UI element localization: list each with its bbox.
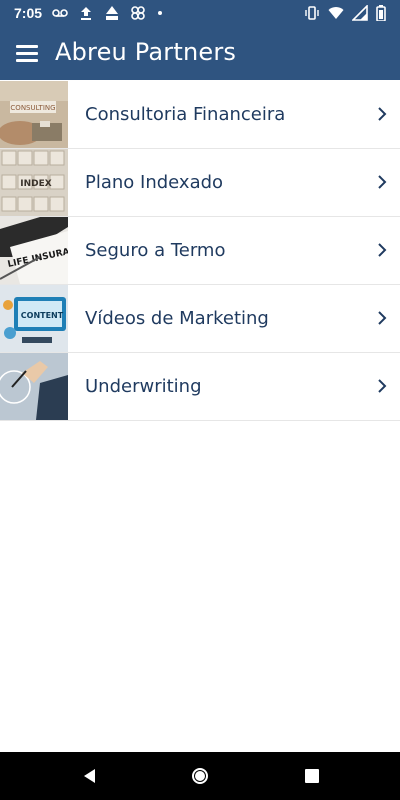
list-item-label: Consultoria Financeira (85, 104, 286, 125)
status-bar: 7:05 (0, 0, 400, 28)
wifi-icon (328, 7, 344, 19)
thumb-text: INDEX (20, 179, 51, 189)
life-insurance-thumbnail: LIFE INSURANC (0, 217, 68, 284)
vibrate-icon (305, 6, 319, 20)
thumb-text: CONSULTING (10, 104, 55, 112)
thumb-text: CONTENT (21, 311, 64, 320)
chevron-right-icon (378, 311, 387, 325)
upload-icon (81, 7, 91, 20)
list-item-videos-de-marketing[interactable]: CONTENT Vídeos de Marketing (0, 285, 400, 353)
list-item-label: Vídeos de Marketing (85, 308, 269, 329)
app-bar: Abreu Partners (0, 28, 400, 80)
list-item-underwriting[interactable]: Underwriting (0, 353, 400, 421)
consulting-thumbnail: CONSULTING (0, 81, 68, 148)
index-blocks-thumbnail: INDEX (0, 149, 68, 216)
chevron-right-icon (378, 379, 387, 393)
voicemail-icon (52, 9, 68, 17)
menu-list: CONSULTING Consultoria Financeira INDEX … (0, 81, 400, 421)
list-item-label: Underwriting (85, 376, 202, 397)
signal-icon (352, 5, 368, 21)
battery-icon (376, 5, 386, 21)
underwriting-thumbnail (0, 353, 68, 420)
app-title: Abreu Partners (55, 38, 237, 66)
list-item-label: Plano Indexado (85, 172, 224, 193)
content-marketing-thumbnail: CONTENT (0, 285, 68, 352)
chevron-right-icon (378, 107, 387, 121)
list-item-seguro-a-termo[interactable]: LIFE INSURANC Seguro a Termo (0, 217, 400, 285)
home-icon[interactable] (190, 766, 210, 786)
status-system-icons (304, 5, 386, 21)
list-item-plano-indexado[interactable]: INDEX Plano Indexado (0, 149, 400, 217)
status-notification-icons (52, 5, 164, 21)
mm-icon (106, 6, 118, 20)
back-icon[interactable] (80, 766, 100, 786)
pinwheel-icon (131, 6, 145, 20)
recents-icon[interactable] (302, 766, 322, 786)
dot-icon (158, 11, 162, 15)
chevron-right-icon (378, 175, 387, 189)
system-navigation-bar (0, 752, 400, 800)
chevron-right-icon (378, 243, 387, 257)
status-time: 7:05 (14, 5, 43, 21)
list-item-consultoria-financeira[interactable]: CONSULTING Consultoria Financeira (0, 81, 400, 149)
list-item-label: Seguro a Termo (85, 240, 226, 261)
hamburger-menu-icon[interactable] (14, 42, 40, 66)
